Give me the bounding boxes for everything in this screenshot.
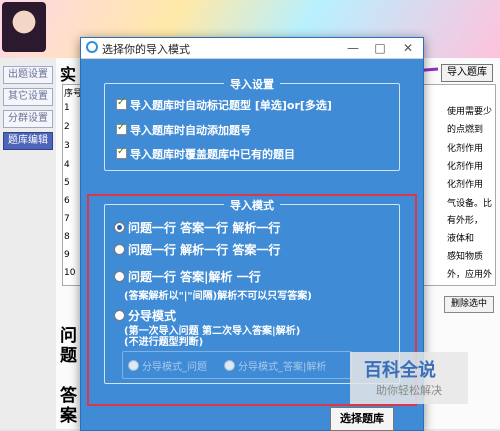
answer-label: 答 案 [60,386,77,426]
watermark: 百科全说 助你轻松解决 [350,352,468,404]
user-avatar [2,2,46,52]
overwrite-label: 导入题库时覆盖题库中已有的题目 [130,148,295,161]
table-cell-snippet: 化剂作用 [447,144,484,154]
left-nav: 出题设置 其它设置 分群设置 题库编辑 [0,58,56,429]
table-row-number: 8 [64,232,70,242]
auto-number-checkbox[interactable] [116,122,127,135]
nav-question-settings[interactable]: 出题设置 [3,66,53,84]
table-row-number: 6 [64,196,70,206]
table-row-number: 4 [64,160,70,170]
table-cell-snippet: 化剂作用 [447,180,484,190]
table-cell-snippet: 使用需要少 [447,107,493,117]
table-row-number: 2 [64,122,70,132]
table-row-number: 3 [64,141,70,151]
table-row-number: 10 [64,268,76,278]
watermark-title: 百科全说 [364,360,436,381]
auto-type-label: 导入题库时自动标记题型 [单选]or[多选] [130,99,332,112]
overwrite-checkbox[interactable] [116,146,127,159]
maximize-icon[interactable]: □ [371,40,389,56]
table-row-number: 9 [64,250,70,260]
table-cell-snippet: 的点燃到 [447,125,484,135]
table-cell-snippet: 气设备。比 [447,199,493,209]
nav-other-settings[interactable]: 其它设置 [3,88,53,106]
auto-number-label: 导入题库时自动添加题号 [130,124,251,137]
close-icon[interactable]: ✕ [399,40,417,56]
nav-group-settings[interactable]: 分群设置 [3,110,53,128]
delete-selected-button[interactable]: 删除选中 [444,296,494,313]
table-cell-snippet: 外，应用外 [447,270,493,280]
table-cell-snippet: 液体和 [447,234,475,244]
table-cell-snippet: 感知物质 [447,252,484,262]
table-row-number: 5 [64,178,70,188]
dialog-title: 选择你的导入模式 [102,43,190,56]
question-label: 问 题 [60,326,77,366]
auto-type-checkbox[interactable] [116,97,127,110]
table-row-number: 1 [64,103,70,113]
app-title-initial: 实 [60,65,77,84]
table-cell-snippet: 有外形， [447,216,484,226]
import-settings-title: 导入设置 [224,76,280,92]
table-cell-snippet: 化剂作用 [447,162,484,172]
dialog-titlebar[interactable]: 选择你的导入模式 — □ ✕ [81,38,423,59]
table-row-number: 7 [64,214,70,224]
app-icon [86,41,98,53]
import-bank-button[interactable]: 导入题库 [441,64,493,82]
select-bank-button[interactable]: 选择题库 [330,407,394,431]
nav-bank-edit[interactable]: 题库编辑 [3,132,53,150]
minimize-icon[interactable]: — [344,40,362,56]
watermark-subtitle: 助你轻松解决 [376,384,442,397]
